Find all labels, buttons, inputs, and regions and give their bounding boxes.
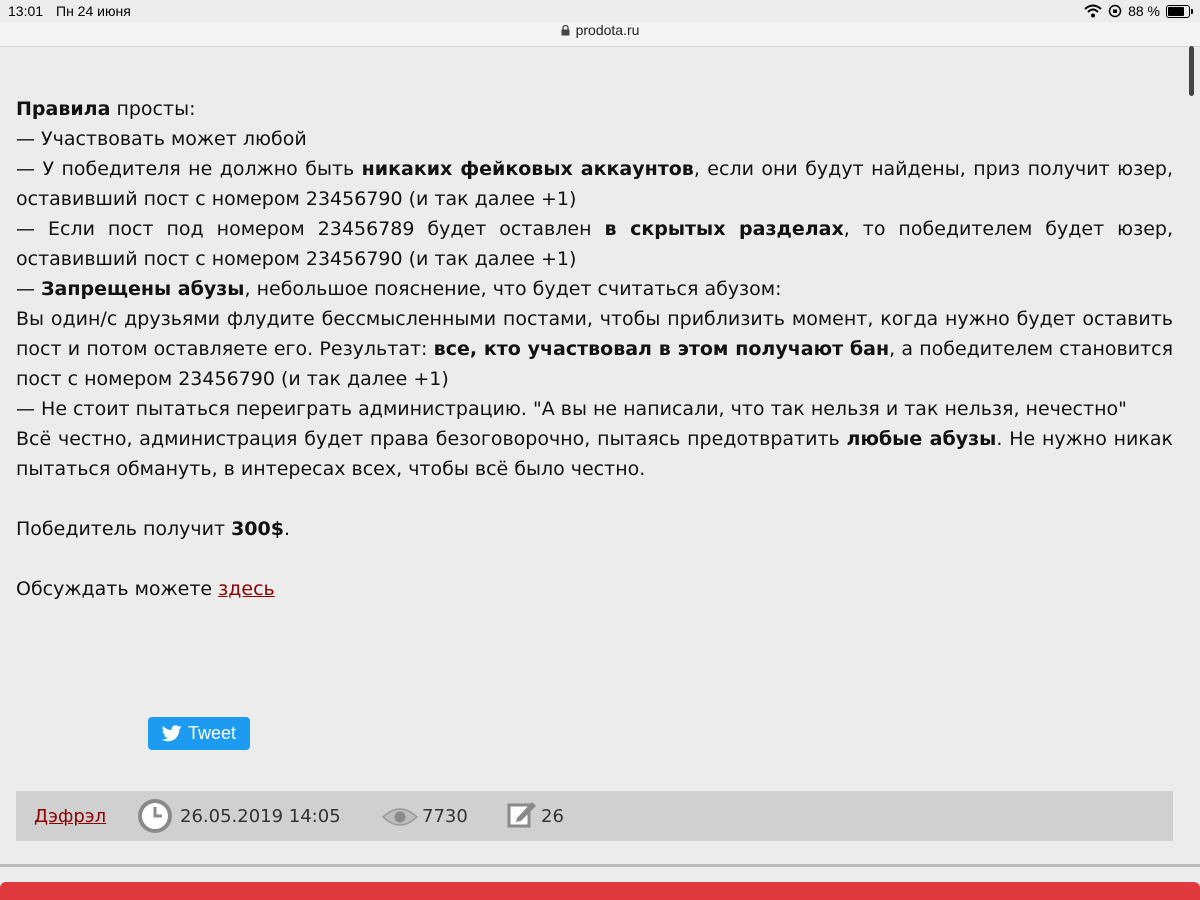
post-meta-bar: Дэфрэл 26.05.2019 14:05 7730 26 (16, 791, 1173, 841)
rules-bold: Правила (16, 98, 111, 120)
status-right: 88 % (1084, 3, 1193, 19)
prize-c: . (283, 518, 290, 540)
rule-line-6: — Не стоит пытаться переиграть администр… (16, 398, 1127, 420)
status-date: Пн 24 июня (56, 3, 131, 19)
rule-4-c: , небольшое пояснение, что будет считать… (244, 278, 782, 300)
tweet-label: Tweet (187, 723, 237, 743)
address-bar[interactable]: prodota.ru (0, 22, 1200, 47)
rule-line-2: — У победителя не должно быть никаких фе… (16, 154, 1173, 214)
section-divider (0, 864, 1200, 867)
battery-icon (1166, 4, 1193, 18)
prize-line: Победитель получит 300$. (16, 514, 1173, 544)
scrollbar-thumb[interactable] (1189, 46, 1194, 96)
twitter-bird-icon (161, 725, 182, 742)
rule-2-b: никаких фейковых аккаунтов (361, 158, 694, 180)
url-text: prodota.ru (575, 22, 640, 38)
post-date: 26.05.2019 14:05 (180, 806, 341, 827)
rule-line-5: Вы один/с друзьями флудите бессмысленным… (16, 304, 1173, 394)
wifi-icon (1084, 4, 1102, 18)
rule-line-1: — Участвовать может любой (16, 128, 307, 150)
discuss-link[interactable]: здесь (218, 578, 275, 600)
rule-3-b: в скрытых разделах (604, 218, 844, 240)
rules-text: просты: (110, 98, 196, 120)
comment-count: 26 (541, 806, 564, 827)
rule-5-b: все, кто участвовал в этом получают бан (433, 338, 890, 360)
orientation-lock-icon (1108, 4, 1122, 18)
rule-7-a: Всё честно, администрация будет права бе… (16, 428, 847, 450)
rule-3-a: — Если пост под номером 23456789 будет о… (16, 218, 605, 240)
view-count: 7730 (422, 806, 468, 827)
rule-line-3: — Если пост под номером 23456789 будет о… (16, 214, 1173, 274)
discuss-line: Обсуждать можете здесь (16, 574, 1173, 604)
rule-line-4: — Запрещены абузы, небольшое пояснение, … (16, 274, 1173, 304)
edit-icon (507, 802, 536, 828)
scrollbar[interactable] (1188, 46, 1194, 856)
clock-icon (138, 799, 172, 833)
discuss-text: Обсуждать можете (16, 578, 219, 600)
post-content: Правила просты: — Участвовать может любо… (16, 94, 1173, 604)
rules-heading: Правила просты: (16, 94, 1173, 124)
rule-7-b: любые абузы (846, 428, 997, 450)
lock-icon (561, 25, 570, 36)
rule-4-a: — (16, 278, 42, 300)
tweet-button[interactable]: Tweet (148, 717, 250, 750)
author-link[interactable]: Дэфрэл (34, 806, 106, 827)
rule-4-b: Запрещены абузы (41, 278, 245, 300)
rule-2-a: — У победителя не должно быть (16, 158, 362, 180)
next-section-header (0, 882, 1200, 900)
status-time: 13:01 (8, 3, 44, 19)
battery-percent: 88 % (1128, 3, 1160, 19)
eye-icon (382, 808, 418, 826)
rule-line-7: Всё честно, администрация будет права бе… (16, 424, 1173, 484)
prize-amount: 300$ (231, 518, 284, 540)
prize-a: Победитель получит (16, 518, 232, 540)
status-bar: 13:01 Пн 24 июня 88 % (0, 0, 1200, 24)
battery-fill (1168, 6, 1184, 16)
